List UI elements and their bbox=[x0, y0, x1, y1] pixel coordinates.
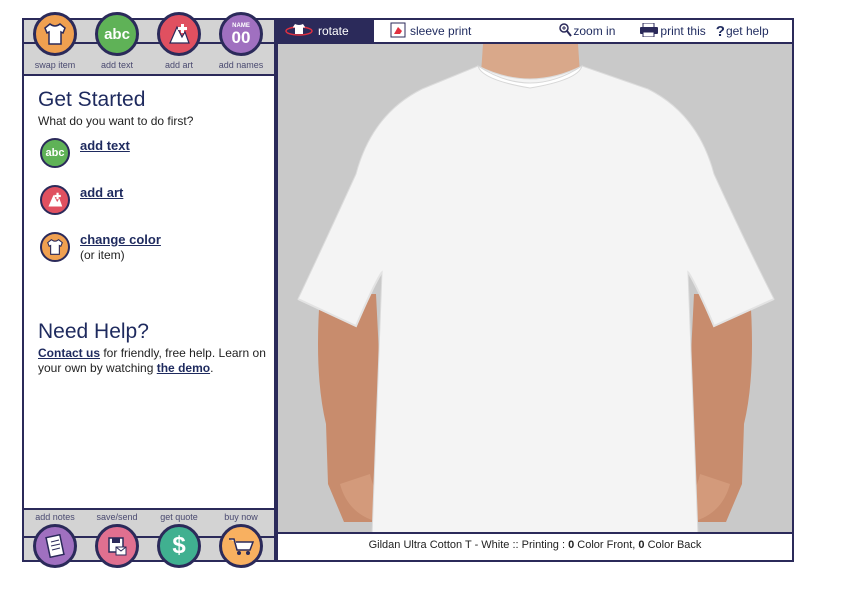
get-help-button[interactable]: ? get help bbox=[716, 20, 769, 42]
change-color-link[interactable]: change color bbox=[80, 232, 161, 247]
add-art-icon bbox=[40, 185, 70, 215]
add-notes-label: add notes bbox=[35, 512, 75, 522]
buy-now-label: buy now bbox=[224, 512, 258, 522]
add-names-button[interactable]: NAME 00 add names bbox=[210, 12, 272, 74]
action-add-text[interactable]: abc add text bbox=[40, 138, 130, 168]
demo-link[interactable]: the demo bbox=[157, 361, 210, 375]
action-add-art[interactable]: add art bbox=[40, 185, 123, 215]
swap-item-label: swap item bbox=[34, 60, 76, 70]
add-art-tool-label: add art bbox=[164, 60, 194, 70]
add-art-tool-button[interactable]: add art bbox=[148, 12, 210, 74]
help-text-2: . bbox=[210, 361, 214, 375]
buy-now-button[interactable]: buy now bbox=[210, 510, 272, 568]
front-label: Color Front, bbox=[574, 539, 639, 551]
add-text-link[interactable]: add text bbox=[80, 138, 130, 153]
printer-icon bbox=[639, 22, 659, 40]
tshirt-product-image bbox=[297, 44, 775, 536]
need-help-title: Need Help? bbox=[38, 320, 149, 343]
print-button[interactable]: print this bbox=[639, 20, 706, 42]
status-prefix: Gildan Ultra Cotton T - White :: Printin… bbox=[368, 539, 569, 551]
add-notes-button[interactable]: add notes bbox=[24, 510, 86, 568]
bottom-toolbar: add notes save/send get quote $ buy now bbox=[24, 508, 274, 568]
save-send-button[interactable]: save/send bbox=[86, 510, 148, 568]
abc-icon: abc bbox=[40, 138, 70, 168]
help-paragraph: Contact us for friendly, free help. Lear… bbox=[38, 346, 268, 376]
top-toolbar: swap item abc add text add art NAME 00 a… bbox=[24, 12, 274, 76]
rotate-label: rotate bbox=[318, 24, 349, 38]
notepad-icon bbox=[33, 524, 77, 568]
sleeve-icon bbox=[390, 22, 406, 41]
tshirt-icon bbox=[33, 12, 77, 56]
cart-icon bbox=[219, 524, 263, 568]
add-art-link[interactable]: add art bbox=[80, 185, 123, 200]
swap-item-button[interactable]: swap item bbox=[24, 12, 86, 74]
design-sidebar: swap item abc add text add art NAME 00 a… bbox=[22, 12, 276, 568]
abc-icon: abc bbox=[95, 12, 139, 56]
sleeve-print-button[interactable]: sleeve print bbox=[390, 20, 471, 42]
rotate-icon bbox=[284, 23, 314, 40]
add-text-tool-button[interactable]: abc add text bbox=[86, 12, 148, 74]
change-color-note: (or item) bbox=[80, 248, 125, 262]
design-area: rotate sleeve print zoom in print this ?… bbox=[276, 18, 794, 562]
save-send-label: save/send bbox=[96, 512, 138, 522]
get-started-title: Get Started bbox=[38, 88, 146, 111]
get-started-subtitle: What do you want to do first? bbox=[38, 114, 194, 128]
sleeve-print-label: sleeve print bbox=[410, 24, 472, 38]
contact-us-link[interactable]: Contact us bbox=[38, 346, 100, 360]
zoom-icon bbox=[559, 22, 573, 40]
save-icon bbox=[95, 524, 139, 568]
add-text-tool-label: add text bbox=[100, 60, 134, 70]
product-status-bar: Gildan Ultra Cotton T - White :: Printin… bbox=[278, 532, 792, 560]
dollar-icon: $ bbox=[157, 524, 201, 568]
get-help-label: get help bbox=[725, 24, 769, 38]
view-toolbar: rotate sleeve print zoom in print this ?… bbox=[278, 20, 792, 44]
zoom-in-button[interactable]: zoom in bbox=[559, 20, 615, 42]
get-quote-label: get quote bbox=[160, 512, 198, 522]
rotate-button[interactable]: rotate bbox=[278, 20, 374, 42]
print-label: print this bbox=[660, 24, 706, 38]
add-art-icon bbox=[157, 12, 201, 56]
back-label: Color Back bbox=[644, 539, 702, 551]
name-number-icon: NAME 00 bbox=[219, 12, 263, 56]
get-quote-button[interactable]: get quote $ bbox=[148, 510, 210, 568]
tshirt-icon bbox=[40, 232, 70, 262]
help-icon: ? bbox=[715, 22, 725, 40]
add-names-label: add names bbox=[218, 60, 264, 70]
zoom-in-label: zoom in bbox=[573, 24, 616, 38]
action-change-color[interactable]: change color (or item) bbox=[40, 232, 161, 263]
product-canvas[interactable] bbox=[278, 44, 792, 536]
